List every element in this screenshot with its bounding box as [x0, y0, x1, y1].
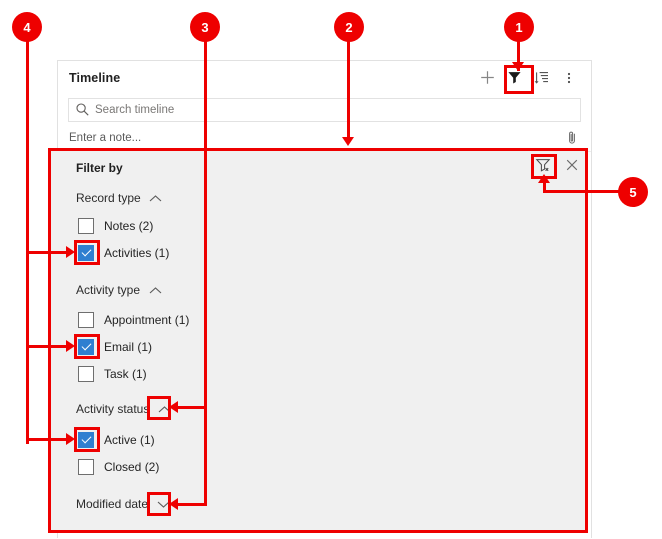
chevron-up-icon[interactable] [147, 190, 165, 206]
callout-badge-4: 4 [12, 12, 42, 42]
filter-option-email[interactable]: Email (1) [78, 338, 152, 356]
more-commands-icon[interactable] [556, 65, 581, 90]
callout-badge-3: 3 [190, 12, 220, 42]
filter-option-label: Activities (1) [104, 246, 170, 260]
note-placeholder: Enter a note... [69, 132, 142, 144]
search-icon [75, 102, 90, 117]
timeline-header: Timeline [58, 61, 591, 94]
filter-group-label: Activity type [76, 283, 141, 297]
close-icon[interactable] [559, 152, 584, 177]
paperclip-icon[interactable] [563, 129, 581, 147]
filter-panel-toolbar [530, 152, 584, 177]
search-row [58, 94, 591, 125]
callout-4-line [26, 36, 29, 444]
filter-group-header-record-type[interactable]: Record type [76, 190, 165, 206]
filter-group-label: Activity status [76, 402, 150, 416]
filter-group-header-activity-type[interactable]: Activity type [76, 282, 164, 298]
filter-panel-heading: Filter by [76, 161, 123, 175]
checkbox-appointment[interactable] [78, 312, 94, 328]
filter-option-appointment[interactable]: Appointment (1) [78, 311, 189, 329]
checkbox-task[interactable] [78, 366, 94, 382]
filter-option-task[interactable]: Task (1) [78, 365, 147, 383]
page-title: Timeline [69, 70, 121, 85]
add-icon[interactable] [475, 65, 500, 90]
filter-option-label: Active (1) [104, 433, 155, 447]
note-row[interactable]: Enter a note... [58, 125, 591, 152]
filter-group-label: Record type [76, 191, 141, 205]
filter-group-header-modified-date[interactable]: Modified date [76, 496, 172, 512]
filter-option-closed[interactable]: Closed (2) [78, 458, 159, 476]
checkbox-active[interactable] [78, 432, 94, 448]
filter-icon[interactable] [502, 65, 527, 90]
callout-badge-5: 5 [618, 177, 648, 207]
checkbox-closed[interactable] [78, 459, 94, 475]
filter-group-label: Modified date [76, 497, 149, 511]
search-input[interactable] [95, 103, 574, 116]
checkbox-notes[interactable] [78, 218, 94, 234]
sort-icon[interactable] [529, 65, 554, 90]
filter-option-label: Task (1) [104, 367, 147, 381]
search-box[interactable] [68, 97, 581, 122]
checkbox-activities[interactable] [78, 245, 94, 261]
filter-option-notes[interactable]: Notes (2) [78, 217, 153, 235]
screenshot-root: Timeline Search timeline Enter a note...… [0, 0, 662, 539]
chevron-up-icon[interactable] [155, 401, 173, 417]
filter-panel: Filter by Record type Notes (2) Activiti… [50, 150, 586, 531]
filter-option-activities[interactable]: Activities (1) [78, 244, 169, 262]
timeline-toolbar [475, 65, 581, 90]
callout-badge-1: 1 [504, 12, 534, 42]
filter-option-label: Notes (2) [104, 219, 154, 233]
callout-badge-2: 2 [334, 12, 364, 42]
checkbox-email[interactable] [78, 339, 94, 355]
filter-option-label: Closed (2) [104, 460, 160, 474]
chevron-up-icon[interactable] [146, 282, 164, 298]
filter-group-header-activity-status[interactable]: Activity status [76, 401, 173, 417]
filter-option-label: Email (1) [104, 340, 153, 354]
filter-option-active[interactable]: Active (1) [78, 431, 155, 449]
clear-filter-icon[interactable] [530, 152, 555, 177]
filter-option-label: Appointment (1) [104, 313, 190, 327]
chevron-down-icon[interactable] [154, 496, 172, 512]
